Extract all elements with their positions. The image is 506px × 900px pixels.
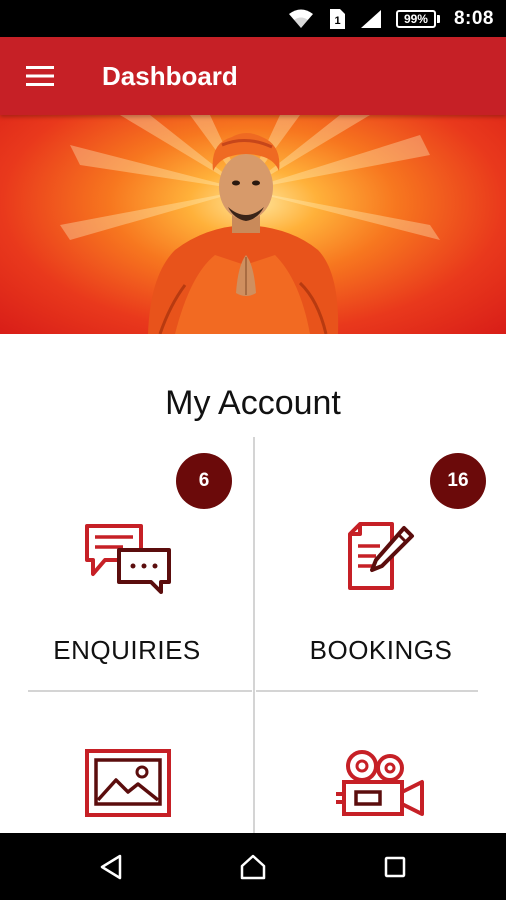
home-icon (240, 854, 266, 879)
home-button[interactable] (218, 833, 288, 900)
sim-label: 1 (334, 15, 340, 27)
video-camera-icon (336, 750, 424, 816)
hamburger-menu-icon (26, 66, 54, 86)
sim-icon: 1 (329, 8, 345, 29)
recents-icon (384, 856, 406, 877)
back-button[interactable] (76, 833, 146, 900)
document-pen-icon (348, 522, 414, 590)
bookings-count-badge: 16 (430, 453, 486, 509)
menu-button[interactable] (0, 37, 80, 115)
app-bar: Dashboard (0, 37, 506, 115)
battery-icon: 99% (395, 9, 440, 28)
chat-bubbles-icon (85, 524, 171, 594)
wifi-icon (288, 9, 313, 28)
hero-banner (0, 115, 506, 334)
section-title: My Account (165, 384, 341, 422)
tile-bookings[interactable]: 16 BOOKINGS (256, 440, 506, 690)
tile-enquiries-label: ENQUIRIES (53, 635, 201, 665)
grid-divider-vertical (253, 437, 255, 833)
recents-button[interactable] (360, 833, 430, 900)
system-nav-bar (0, 833, 506, 900)
battery-level: 99% (395, 9, 436, 28)
back-icon (100, 854, 122, 879)
clock: 8:08 (453, 7, 494, 29)
signal-icon (360, 9, 381, 28)
image-gallery-icon (85, 749, 171, 817)
tile-videos[interactable] (256, 692, 506, 833)
tile-gallery[interactable] (2, 692, 252, 833)
tile-enquiries[interactable]: 6 ENQUIRIES (2, 440, 252, 690)
enquiries-count-badge: 6 (176, 453, 232, 509)
status-bar: 1 99% 8:08 (0, 0, 506, 37)
tile-bookings-label: BOOKINGS (309, 635, 453, 665)
guru-portrait (60, 115, 440, 334)
page-title: Dashboard (102, 60, 238, 91)
